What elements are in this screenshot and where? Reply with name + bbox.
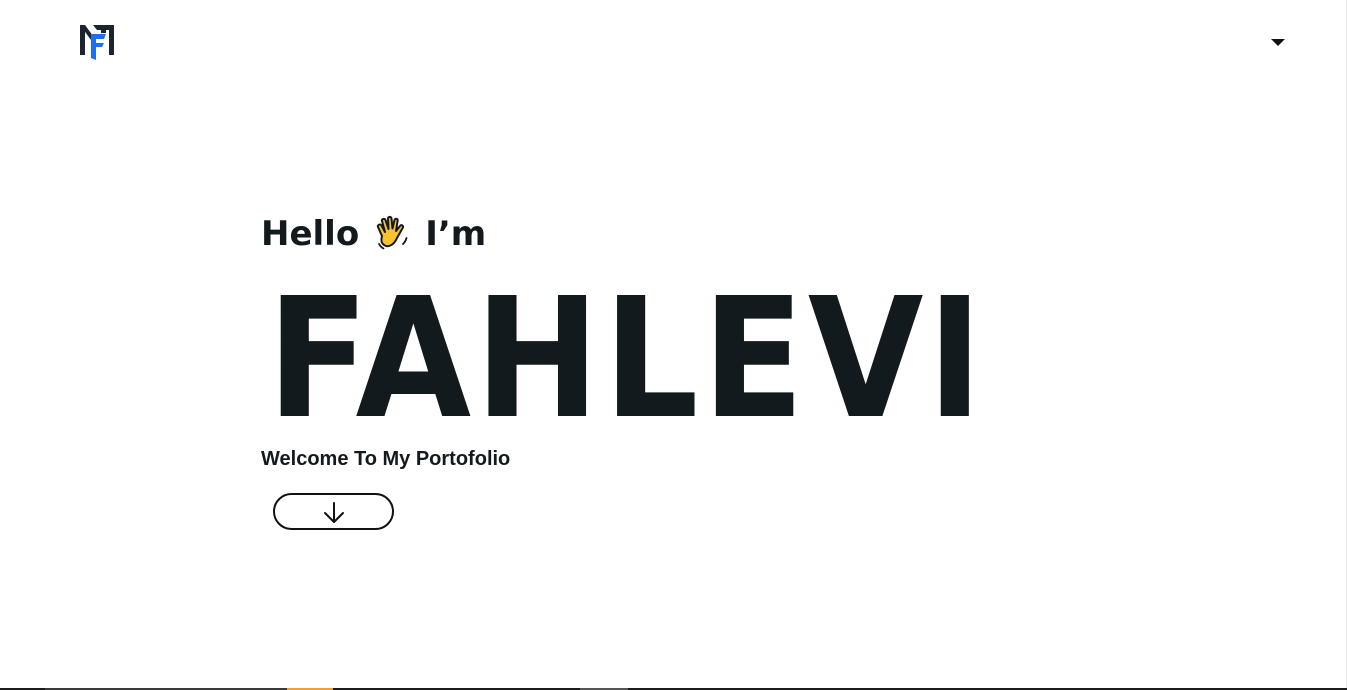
welcome-text: Welcome To My Portofolio <box>261 448 511 470</box>
menu-dropdown-toggle[interactable] <box>1266 32 1290 52</box>
scroll-down-button[interactable] <box>273 493 394 530</box>
site-logo[interactable] <box>79 22 115 60</box>
greeting-im: I’m <box>425 214 487 254</box>
arrow-down-icon <box>324 502 344 523</box>
greeting-line: Hello I’m <box>261 211 486 257</box>
greeting-hello: Hello <box>261 214 360 254</box>
fahlevi-logo-icon <box>80 25 114 60</box>
caret-down-icon <box>1271 39 1285 46</box>
waving-hand-icon <box>377 215 408 250</box>
hero-name: FAHLEVI <box>267 263 987 456</box>
portfolio-page: Hello I’m FAHLEVI Welcome To My Portofol… <box>0 0 1347 690</box>
hero-section: Hello I’m FAHLEVI Welcome To My Portofol… <box>261 205 1121 545</box>
